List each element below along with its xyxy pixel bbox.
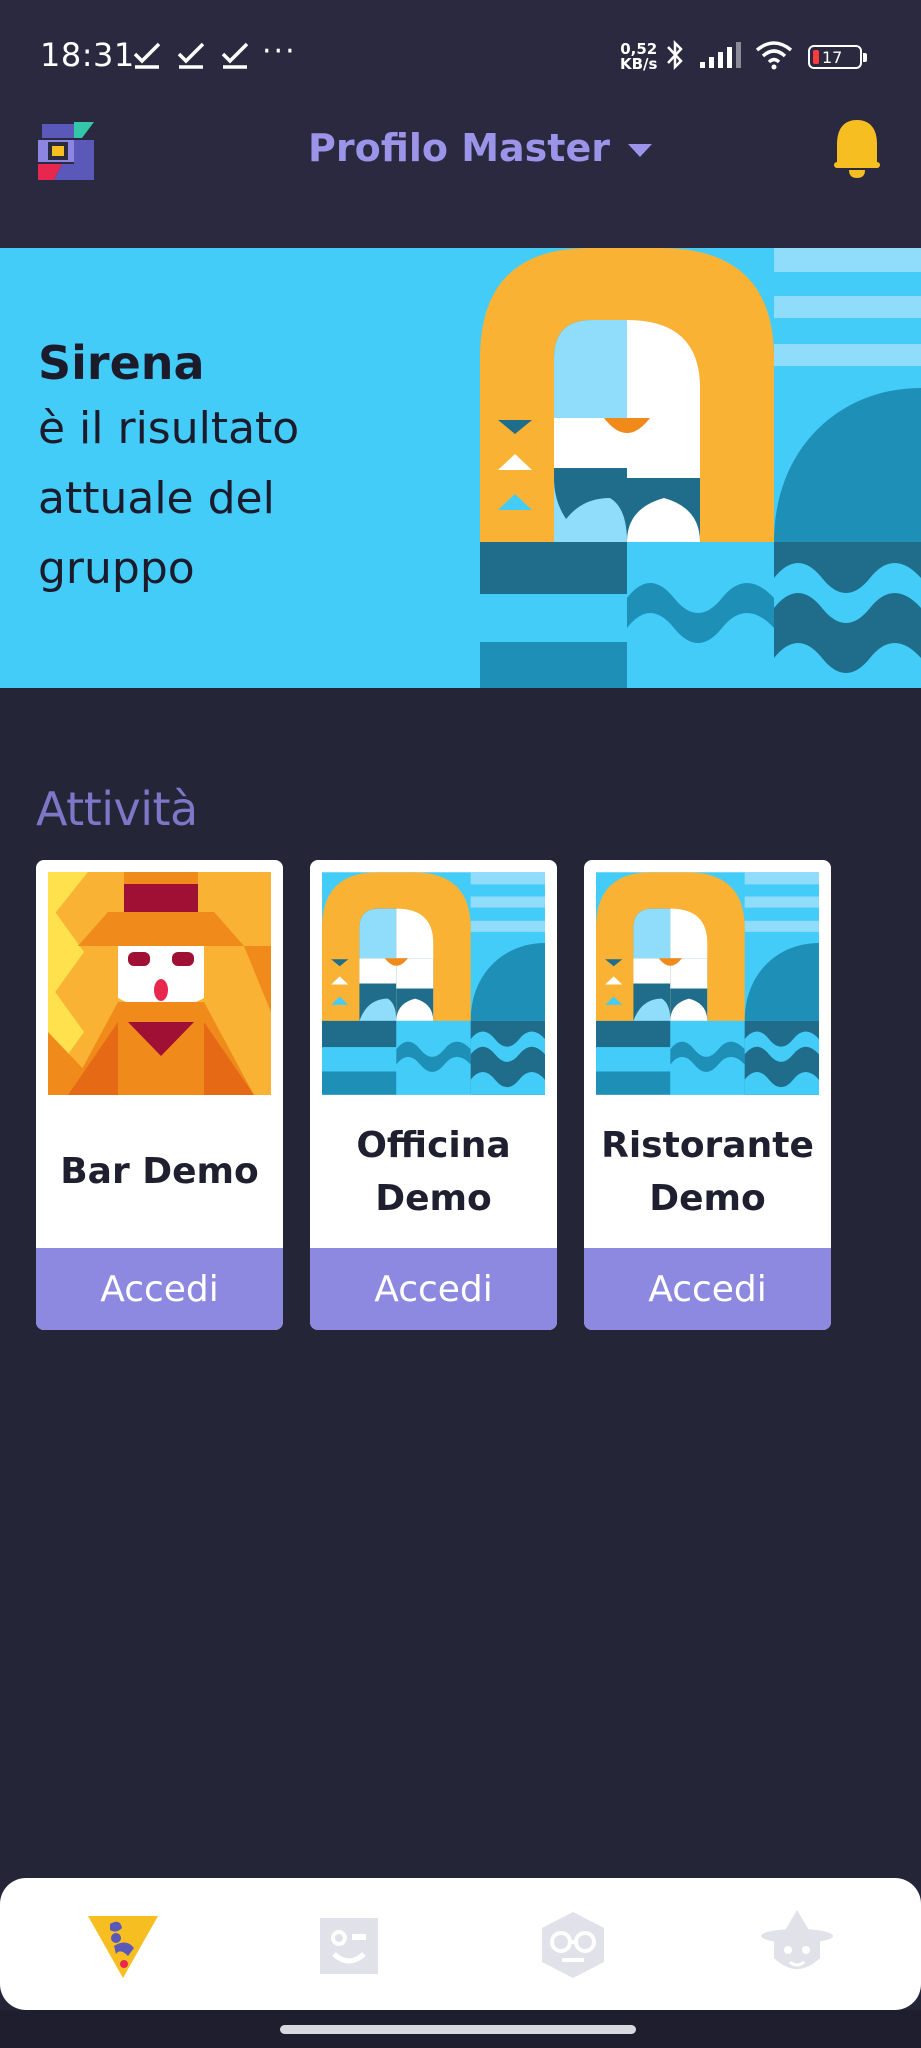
hero-title: Sirena bbox=[38, 336, 205, 390]
check-icon bbox=[221, 42, 249, 69]
app-header: Profilo Master bbox=[0, 110, 921, 248]
activities-title: Attività bbox=[36, 782, 198, 836]
battery-level bbox=[813, 50, 819, 64]
top-area: 18:31 ··· 0,52 KB/s 17 Profilo Master bbox=[0, 0, 921, 248]
profile-label: Profilo Master bbox=[308, 126, 610, 170]
signal-icon bbox=[700, 42, 741, 68]
nav-glasses-icon[interactable] bbox=[536, 1908, 610, 1982]
profile-selector[interactable]: Profilo Master bbox=[308, 126, 652, 170]
mermaid-thumbnail bbox=[322, 872, 545, 1095]
mermaid-thumbnail bbox=[596, 872, 819, 1095]
status-bar: 18:31 ··· 0,52 KB/s 17 bbox=[0, 0, 921, 110]
activity-card[interactable]: Ristorante Demo Accedi bbox=[584, 860, 831, 1330]
notification-checks bbox=[132, 40, 250, 70]
bell-icon[interactable] bbox=[832, 116, 882, 180]
access-button[interactable]: Accedi bbox=[584, 1248, 831, 1330]
hero-banner: Sirena è il risultato attuale del gruppo bbox=[0, 248, 921, 688]
bottom-navigation bbox=[0, 1878, 921, 2010]
bar-detective-thumbnail bbox=[48, 872, 271, 1095]
activities-list: Bar Demo Accedi Officina Demo Accedi Ris… bbox=[36, 860, 831, 1330]
activity-card[interactable]: Bar Demo Accedi bbox=[36, 860, 283, 1330]
hero-text: Sirena è il risultato attuale del gruppo bbox=[38, 332, 458, 604]
battery-percentage: 17 bbox=[822, 48, 843, 67]
nav-face-icon[interactable] bbox=[312, 1908, 386, 1982]
access-button[interactable]: Accedi bbox=[36, 1248, 283, 1330]
activity-name: Ristorante Demo bbox=[601, 1124, 814, 1219]
mermaid-illustration bbox=[480, 248, 921, 688]
activity-card[interactable]: Officina Demo Accedi bbox=[310, 860, 557, 1330]
battery-icon: 17 bbox=[808, 45, 867, 69]
access-button[interactable]: Accedi bbox=[310, 1248, 557, 1330]
check-icon bbox=[177, 42, 205, 69]
activity-name: Bar Demo bbox=[60, 1151, 259, 1192]
network-speed: 0,52 KB/s bbox=[620, 42, 657, 72]
nav-wizard-icon[interactable] bbox=[760, 1908, 834, 1982]
nav-home-icon[interactable] bbox=[86, 1908, 160, 1982]
chevron-down-icon bbox=[627, 143, 652, 157]
home-indicator[interactable] bbox=[280, 2025, 636, 2034]
battery-nub bbox=[863, 53, 867, 62]
status-time: 18:31 bbox=[40, 36, 135, 74]
hero-subtitle: è il risultato attuale del gruppo bbox=[38, 403, 300, 594]
network-speed-unit: KB/s bbox=[620, 55, 658, 73]
status-icons bbox=[664, 38, 794, 72]
app-logo-icon[interactable] bbox=[34, 118, 98, 184]
check-icon bbox=[133, 42, 161, 69]
bluetooth-icon bbox=[667, 39, 683, 71]
more-notifications-dots: ··· bbox=[262, 34, 297, 69]
activity-name: Officina Demo bbox=[356, 1124, 511, 1219]
wifi-icon bbox=[755, 41, 793, 70]
